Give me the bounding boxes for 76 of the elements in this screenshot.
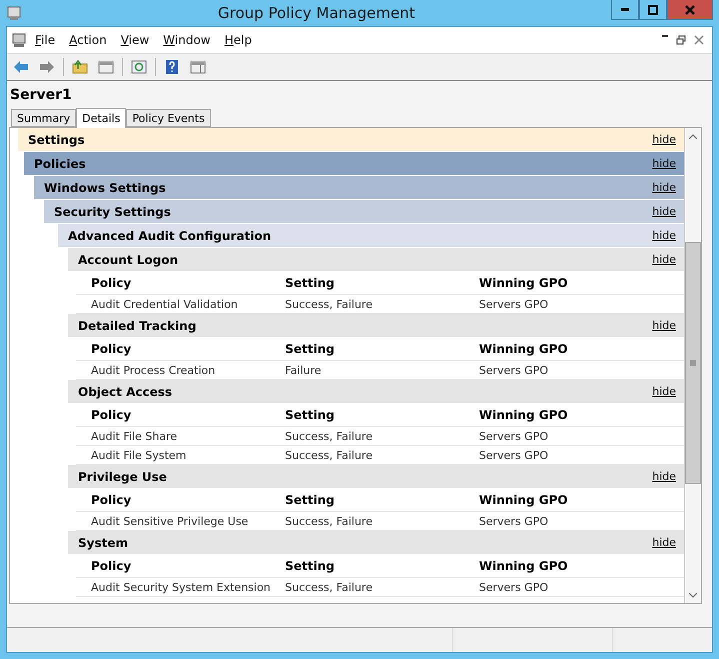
page-heading: Server1 bbox=[9, 87, 73, 105]
minimize-button[interactable] bbox=[611, 0, 639, 20]
close-icon bbox=[685, 4, 695, 14]
console-icon bbox=[6, 5, 22, 21]
column-header: Setting bbox=[285, 493, 336, 507]
table-cell-text: Servers GPO bbox=[479, 430, 550, 442]
column-header: Policy bbox=[91, 408, 132, 422]
restore-icon bbox=[676, 35, 686, 45]
column-header: Winning GPO bbox=[479, 493, 569, 507]
column-header: Winning GPO bbox=[479, 408, 569, 422]
table-cell-text: Success, Failure bbox=[285, 580, 374, 594]
section-title: System bbox=[78, 536, 129, 550]
close-icon bbox=[694, 35, 704, 45]
column-header: Policy bbox=[91, 342, 132, 356]
section-title: Account Logon bbox=[78, 252, 180, 266]
hide-link[interactable]: hide bbox=[652, 536, 676, 549]
table-cell-text: Success, Failure bbox=[285, 514, 374, 528]
hide-link[interactable]: hide bbox=[652, 157, 676, 170]
hide-link[interactable]: hide bbox=[652, 205, 676, 218]
section-title: Windows Settings bbox=[44, 180, 167, 194]
table-cell-text: Audit Credential Validation bbox=[91, 298, 239, 310]
hide-link[interactable]: hide bbox=[652, 253, 676, 266]
section-title: Privilege Use bbox=[78, 470, 168, 484]
table-cell-text: Success, Failure bbox=[285, 430, 374, 442]
table-cell-text: Servers GPO bbox=[479, 514, 550, 528]
table-cell-text: Success, Failure bbox=[285, 298, 374, 310]
table-cell-text: Audit File System bbox=[91, 448, 188, 462]
column-header: Winning GPO bbox=[479, 276, 569, 290]
table-cell-text: Audit File Share bbox=[91, 430, 178, 442]
column-header: Setting bbox=[285, 276, 336, 290]
hide-link[interactable]: hide bbox=[652, 319, 676, 332]
hide-link[interactable]: hide bbox=[652, 229, 676, 242]
column-header: Policy bbox=[91, 493, 132, 507]
menu-item[interactable]: View bbox=[114, 31, 156, 49]
hide-link[interactable]: hide bbox=[652, 133, 676, 146]
minimize-icon bbox=[662, 35, 668, 37]
column-header: Setting bbox=[285, 342, 336, 356]
column-header: Setting bbox=[285, 408, 336, 422]
section-title: Detailed Tracking bbox=[78, 318, 198, 332]
hide-link[interactable]: hide bbox=[652, 181, 676, 194]
hide-link[interactable]: hide bbox=[652, 470, 676, 483]
grip-icon bbox=[690, 360, 696, 366]
menu-item[interactable]: Action bbox=[63, 31, 113, 49]
hide-link[interactable]: hide bbox=[652, 385, 676, 398]
menu-item[interactable]: Help bbox=[218, 31, 258, 49]
menu-item[interactable]: File bbox=[29, 31, 62, 49]
column-header: Policy bbox=[91, 276, 132, 290]
section-title: Object Access bbox=[78, 384, 174, 398]
scrollbar[interactable] bbox=[684, 128, 701, 603]
window-title: Group Policy Management bbox=[216, 4, 416, 22]
minimize-icon bbox=[621, 8, 629, 11]
close-button[interactable] bbox=[667, 0, 713, 20]
maximize-button[interactable] bbox=[639, 0, 667, 20]
tab[interactable]: Details bbox=[76, 108, 126, 128]
table-cell-text: Servers GPO bbox=[479, 298, 550, 310]
column-header: Policy bbox=[91, 559, 132, 573]
menu-item[interactable]: Window bbox=[157, 31, 216, 49]
section-title: Policies bbox=[34, 156, 87, 170]
section-title: Settings bbox=[28, 132, 86, 146]
table-cell-text: Servers GPO bbox=[479, 580, 550, 594]
tab[interactable]: Summary bbox=[11, 109, 76, 127]
column-header: Setting bbox=[285, 559, 336, 573]
table-cell-text: Failure bbox=[285, 364, 322, 376]
table-cell-text: Success, Failure bbox=[285, 448, 374, 462]
table-cell-text: Audit Security System Extension bbox=[91, 580, 272, 594]
section-title: Advanced Audit Configuration bbox=[68, 228, 272, 242]
section-title: Security Settings bbox=[54, 204, 172, 218]
table-cell-text: Audit Process Creation bbox=[91, 364, 216, 376]
column-header: Winning GPO bbox=[479, 342, 569, 356]
table-cell-text: Servers GPO bbox=[479, 448, 550, 462]
maximize-icon bbox=[648, 4, 658, 14]
table-cell-text: Audit Sensitive Privilege Use bbox=[91, 514, 250, 528]
tab[interactable]: Policy Events bbox=[126, 109, 211, 127]
table-cell-text: Servers GPO bbox=[479, 364, 550, 376]
column-header: Winning GPO bbox=[479, 559, 569, 573]
console-icon bbox=[11, 32, 27, 48]
